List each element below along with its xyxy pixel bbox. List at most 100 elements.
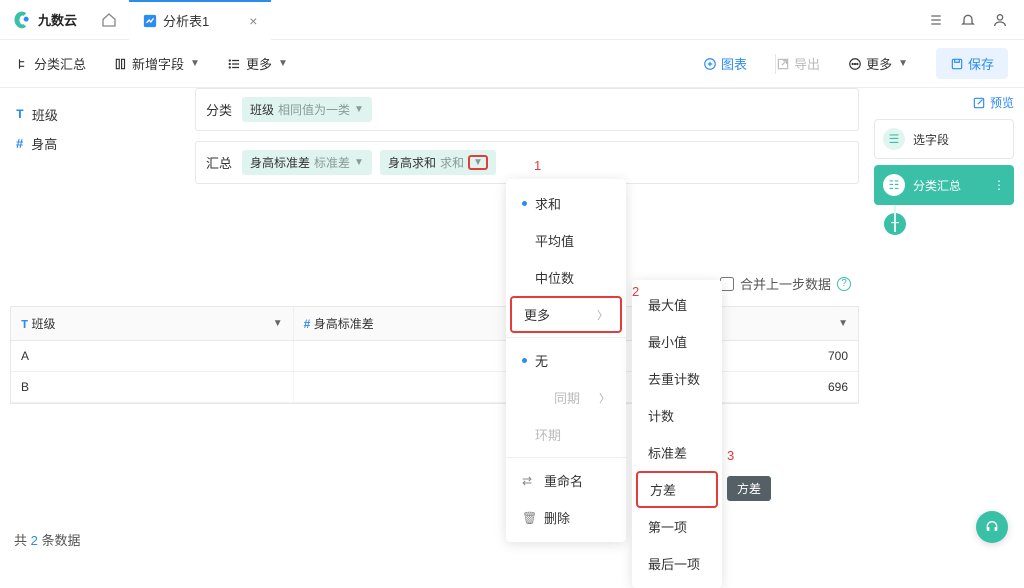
field-class-label: 班级 (32, 105, 58, 124)
summary-row: 汇总 身高标准差 标准差 ▼ 身高求和 求和 ▼ (195, 141, 859, 184)
list-ordered-icon[interactable] (928, 12, 944, 28)
column-add-icon (114, 57, 128, 71)
selected-dot-icon (522, 358, 527, 363)
menu-item-delete[interactable]: 🗑删除 (506, 499, 626, 536)
menu-item-avg[interactable]: 平均值 (506, 222, 626, 259)
field-height-label: 身高 (31, 134, 57, 153)
menu-item-min[interactable]: 最小值 (632, 323, 722, 360)
field-class[interactable]: T 班级 (16, 100, 179, 129)
pill-class[interactable]: 班级 相同值为一类 ▼ (242, 97, 372, 122)
table-row[interactable]: B 696 (11, 372, 858, 403)
field-height[interactable]: # 身高 (16, 129, 179, 158)
menu-item-sum[interactable]: 求和 (506, 185, 626, 222)
bell-icon[interactable] (960, 12, 976, 28)
user-icon[interactable] (992, 12, 1008, 28)
step-select-label: 选字段 (913, 131, 949, 148)
data-table: T 班级 ▼ # 身高标准差 ▼ ▼ A 700 B 696 (10, 306, 859, 404)
pill-class-sub: 相同值为一类 (278, 101, 350, 118)
more-dropdown[interactable]: 更多 ▼ (848, 54, 908, 73)
analysis-icon (143, 14, 157, 28)
pill-class-name: 班级 (250, 101, 274, 118)
chevron-down-icon[interactable]: ▼ (354, 157, 364, 168)
col-class[interactable]: T 班级 ▼ (11, 307, 294, 340)
brand-logo-icon (12, 10, 32, 30)
cell-class: B (11, 372, 294, 402)
step-classify-label: 分类汇总 (913, 177, 961, 194)
classify-row: 分类 班级 相同值为一类 ▼ (195, 88, 859, 131)
menu-item-none[interactable]: 无 (506, 342, 626, 379)
headset-icon (984, 519, 1000, 535)
classify-row-label: 分类 (206, 100, 242, 119)
callout-1: 1 (534, 158, 541, 173)
help-icon[interactable]: ? (837, 277, 851, 291)
pill-sum-sub: 求和 (440, 154, 464, 171)
menu-item-count[interactable]: 计数 (632, 397, 722, 434)
chevron-down-icon[interactable]: ▼ (838, 318, 848, 329)
preview-icon (972, 96, 986, 110)
add-field-label: 新增字段 (132, 54, 184, 73)
home-button[interactable] (89, 12, 129, 28)
add-field-button[interactable]: 新增字段 ▼ (114, 54, 200, 73)
step-classify[interactable]: ☷ 分类汇总 ⋮ (874, 165, 1014, 205)
chevron-down-icon[interactable]: ▼ (468, 155, 488, 170)
tree-icon: ☷ (883, 174, 905, 196)
text-type-icon: T (21, 318, 28, 332)
text-type-icon: T (16, 107, 24, 122)
summary-row-label: 汇总 (206, 153, 242, 172)
callout-3: 3 (727, 448, 734, 463)
step-select-field[interactable]: ☰ 选字段 (874, 119, 1014, 159)
tree-icon (16, 57, 30, 71)
save-button[interactable]: 保存 (936, 48, 1008, 79)
chart-button[interactable]: 图表 (703, 54, 747, 73)
chevron-down-icon: ▼ (278, 58, 288, 69)
menu-item-more[interactable]: 更多〉 (510, 296, 622, 333)
field-sidebar: T 班级 # 身高 (0, 88, 195, 170)
plus-circle-icon (703, 57, 717, 71)
table-row[interactable]: A 700 (11, 341, 858, 372)
kebab-icon[interactable]: ⋮ (993, 178, 1005, 192)
ellipsis-circle-icon (848, 57, 862, 71)
save-icon (950, 57, 964, 71)
pill-stddev-name: 身高标准差 (250, 154, 310, 171)
menu-item-rename[interactable]: ⇄重命名 (506, 462, 626, 499)
export-button[interactable]: 导出 (776, 54, 820, 73)
menu-item-last[interactable]: 最后一项 (632, 545, 722, 582)
merge-checkbox[interactable] (720, 277, 734, 291)
steps-panel: 预览 ☰ 选字段 ☷ 分类汇总 ⋮ + (864, 88, 1024, 241)
menu-item-variance[interactable]: 方差 (636, 471, 718, 508)
tab-close-icon[interactable]: × (249, 13, 257, 29)
chevron-down-icon: ▼ (898, 58, 908, 69)
toolbar-more-button[interactable]: 更多 ▼ (228, 54, 288, 73)
classify-label: 分类汇总 (34, 54, 86, 73)
selected-dot-icon (522, 201, 527, 206)
pill-sum[interactable]: 身高求和 求和 ▼ (380, 150, 496, 175)
preview-link[interactable]: 预览 (874, 94, 1014, 111)
menu-item-distinct[interactable]: 去重计数 (632, 360, 722, 397)
menu-item-median[interactable]: 中位数 (506, 259, 626, 296)
chevron-down-icon: ▼ (190, 58, 200, 69)
chart-label: 图表 (721, 54, 747, 73)
home-icon (101, 12, 117, 28)
chevron-down-icon[interactable]: ▼ (273, 318, 283, 329)
menu-item-stddev[interactable]: 标准差 (632, 434, 722, 471)
tooltip-variance: 方差 (727, 476, 771, 501)
menu-item-mom[interactable]: 环期 (506, 416, 626, 453)
tab-analysis[interactable]: 分析表1 × (129, 0, 271, 40)
pill-sum-name: 身高求和 (388, 154, 436, 171)
brand-logo: 九数云 (0, 10, 89, 30)
support-fab[interactable] (976, 511, 1008, 543)
menu-item-max[interactable]: 最大值 (632, 286, 722, 323)
export-icon (776, 57, 790, 71)
aggregate-submenu: 最大值 最小值 去重计数 计数 标准差 方差 第一项 最后一项 (632, 280, 722, 588)
number-type-icon: # (304, 317, 311, 331)
classify-summary-button[interactable]: 分类汇总 (16, 54, 86, 73)
pill-stddev[interactable]: 身高标准差 标准差 ▼ (242, 150, 372, 175)
preview-label: 预览 (990, 94, 1014, 111)
pill-stddev-sub: 标准差 (314, 154, 350, 171)
tab-title: 分析表1 (163, 11, 209, 30)
menu-item-yoy[interactable]: 同期〉 (506, 379, 626, 416)
top-bar: 九数云 分析表1 × (0, 0, 1024, 40)
menu-item-first[interactable]: 第一项 (632, 508, 722, 545)
chevron-down-icon[interactable]: ▼ (354, 104, 364, 115)
brand-name: 九数云 (38, 10, 77, 29)
